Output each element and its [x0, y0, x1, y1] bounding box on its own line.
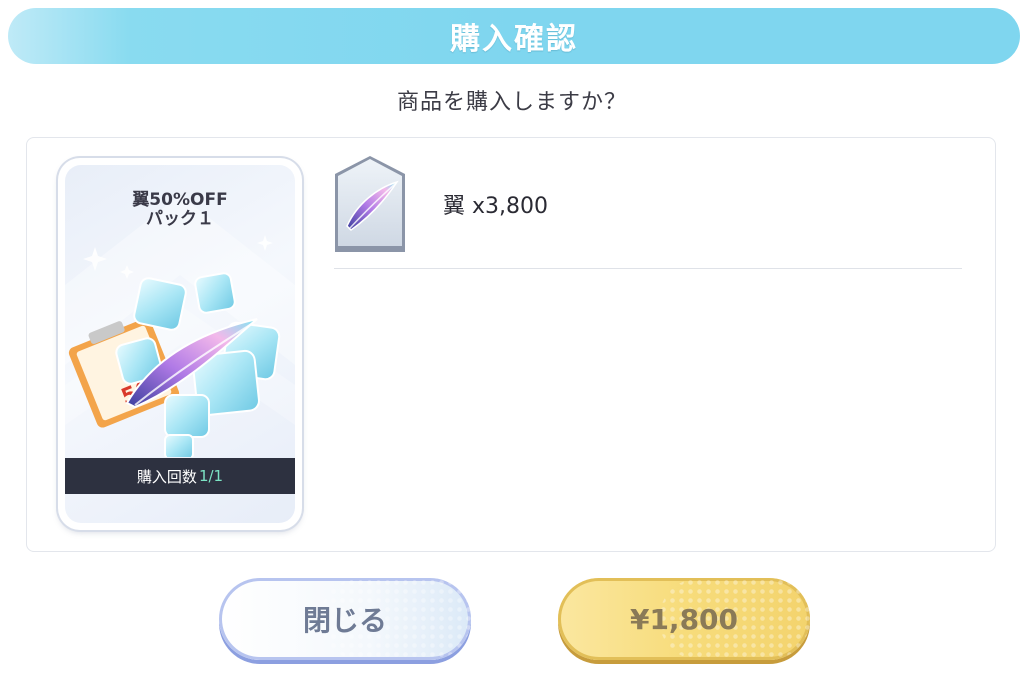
pack-title-line2: パック１: [146, 209, 214, 229]
pack-card-inner: 翼50%OFF パック１ 購入回数 1/1: [65, 165, 295, 523]
buy-button[interactable]: ¥1,800: [558, 578, 810, 660]
item-divider: [334, 268, 962, 269]
close-button[interactable]: 閉じる: [219, 578, 471, 660]
dialog-title: 購入確認: [450, 22, 578, 57]
pack-title: 翼50%OFF パック１: [65, 191, 295, 229]
purchase-count-label: 購入回数: [136, 467, 197, 486]
pack-artwork: 50%: [68, 272, 281, 457]
item-name: 翼 x3,800: [443, 194, 548, 219]
confirm-question: 商品を購入しますか？: [396, 90, 627, 115]
dialog-header: 購入確認: [8, 8, 1020, 64]
purchase-confirm-dialog: 購入確認 商品を購入しますか？ 翼50%OFF パック１ 購入回数 1/1 翼 …: [0, 0, 1024, 680]
wing-feather-icon: [335, 156, 405, 252]
pack-card: 翼50%OFF パック１ 購入回数 1/1: [58, 158, 302, 530]
pack-title-line1: 翼50%OFF: [132, 190, 228, 210]
close-button-label: 閉じる: [302, 604, 387, 637]
buy-button-price: ¥1,800: [629, 602, 739, 636]
purchase-count-bar: 購入回数 1/1: [65, 458, 295, 494]
purchase-count-value: 1/1: [198, 467, 224, 485]
